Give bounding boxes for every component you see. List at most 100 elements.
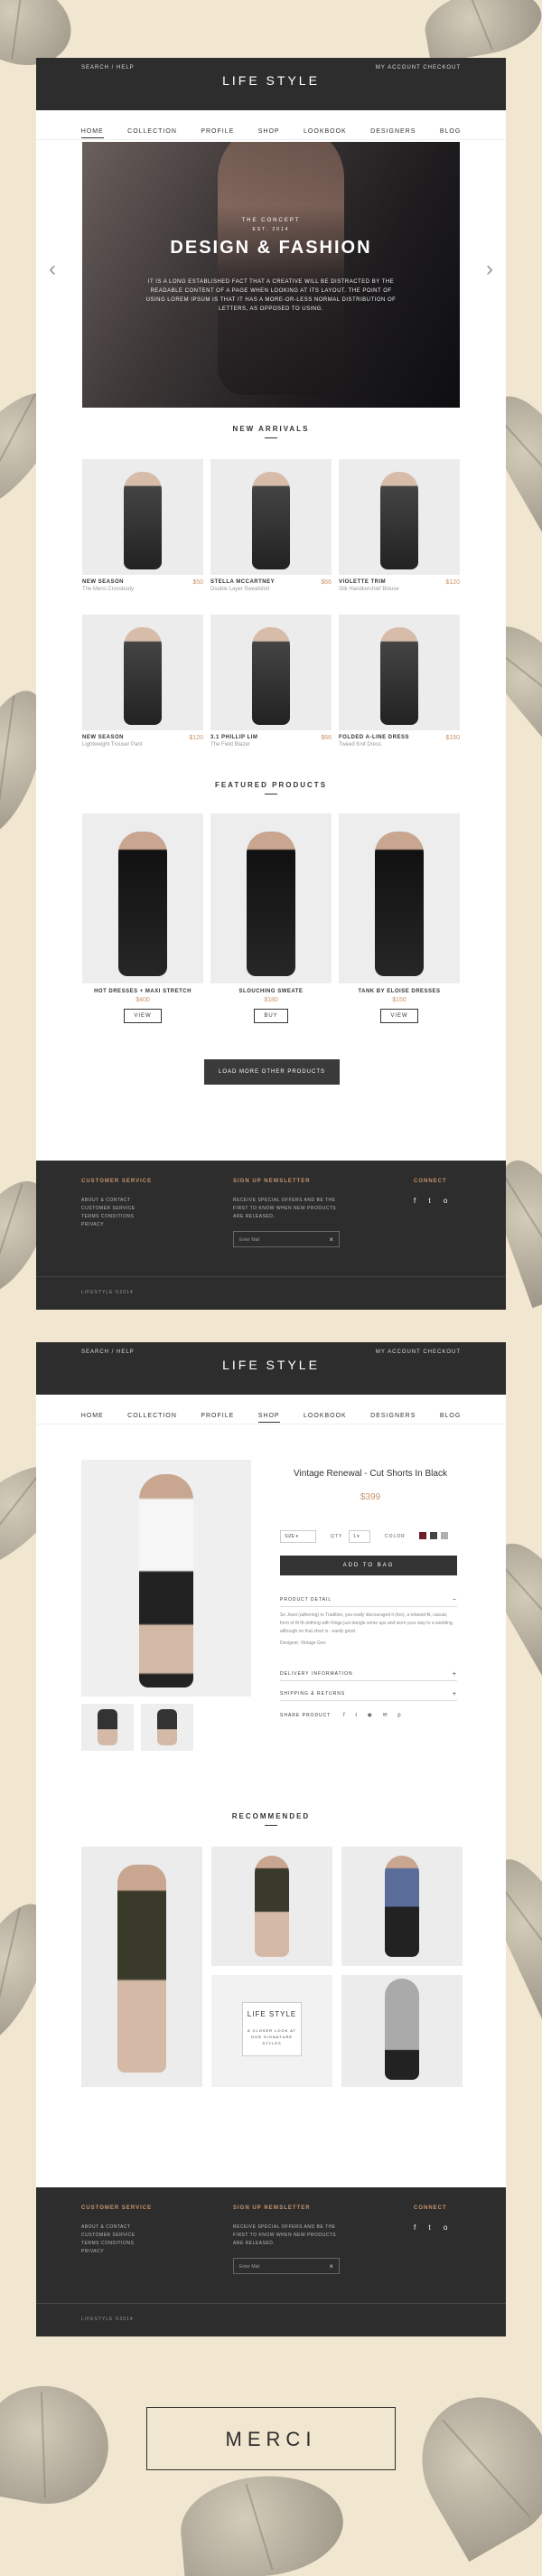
featured-product-image[interactable] [82,813,203,983]
nav-collection[interactable]: COLLECTION [127,1413,177,1422]
product-detail-body: So Jessi (adhering) to Tradition, you re… [280,1612,457,1648]
close-icon[interactable]: × [329,2262,333,2270]
view-button[interactable]: VIEW [124,1009,162,1023]
recommended-product-image[interactable] [341,1975,463,2087]
nav-collection[interactable]: COLLECTION [127,128,177,137]
size-select[interactable]: SIZE ▾ [280,1530,316,1543]
search-help-links[interactable]: SEARCH / HELP [81,1349,135,1355]
product-image[interactable] [82,459,203,575]
account-checkout-links[interactable]: MY ACCOUNT CHECKOUT [376,1349,461,1355]
footer-link[interactable]: PRIVACY [81,2248,136,2256]
featured-product-name[interactable]: HOT DRESSES + MAXI STRETCH [82,989,203,994]
color-swatch[interactable] [441,1532,448,1539]
buy-button[interactable]: BUY [254,1009,288,1023]
nav-home[interactable]: HOME [81,1413,104,1422]
product-card[interactable]: FOLDED A-LINE DRESS Tweed Knit Dress $15… [339,615,460,747]
product-image[interactable] [339,615,460,730]
chevron-right-icon[interactable]: › [486,257,493,282]
hero-est: EST. 2014 [252,227,290,232]
newsletter-email-input[interactable]: Enter Mail × [233,1231,340,1247]
color-swatch[interactable] [419,1532,426,1539]
product-price: $399 [360,1492,381,1502]
plus-icon[interactable]: + [453,1671,457,1678]
nav-lookbook[interactable]: LOOKBOOK [304,128,347,137]
minus-icon[interactable]: − [453,1597,457,1603]
chevron-left-icon[interactable]: ‹ [49,257,56,282]
hero-title: DESIGN & FASHION [170,238,372,258]
account-checkout-links[interactable]: MY ACCOUNT CHECKOUT [376,65,461,71]
nav-designers[interactable]: DESIGNERS [370,128,416,137]
product-name[interactable]: FOLDED A-LINE DRESS [339,735,460,740]
product-name[interactable]: VIOLETTE TRIM [339,579,460,585]
product-thumbnail[interactable] [81,1704,134,1751]
social-icons[interactable]: f t o [414,2223,453,2232]
nav-shop[interactable]: SHOP [258,128,280,137]
qty-select[interactable]: 1 ▾ [349,1530,370,1543]
nav-blog[interactable]: BLOG [440,1413,461,1422]
view-button[interactable]: VIEW [380,1009,418,1023]
product-name[interactable]: NEW SEASON [82,579,203,585]
product-image[interactable] [210,459,332,575]
product-price: $150 [445,735,460,741]
delivery-accordion[interactable]: DELIVERY INFORMATION + [280,1671,457,1681]
product-name[interactable]: STELLA MCCARTNEY [210,579,332,585]
footer-link[interactable]: TERMS CONDITIONS [81,1213,136,1221]
product-card[interactable]: STELLA MCCARTNEY Double Layer Sweatshirt… [210,459,332,592]
social-icons[interactable]: f t o [414,1197,453,1205]
nav-designers[interactable]: DESIGNERS [370,1413,416,1422]
share-product-row: SHARE PRODUCT f t ◉ ✉ p [280,1713,457,1722]
product-card[interactable]: VIOLETTE TRIM Silk Handkerchief Blouse $… [339,459,460,592]
featured-product-card[interactable]: TANK BY ELOISE DRESSES $150 VIEW [339,813,460,1023]
footer-link[interactable]: PRIVACY [81,1221,136,1229]
promo-tile[interactable]: LIFE STYLE A CLOSER LOOK AT OUR SIGNATUR… [211,1975,332,2087]
product-main-image[interactable] [81,1460,251,1697]
load-more-button[interactable]: LOAD MORE OTHER PRODUCTS [204,1059,340,1085]
recommended-product-image[interactable] [341,1847,463,1966]
close-icon[interactable]: × [329,1236,333,1244]
nav-blog[interactable]: BLOG [440,128,461,137]
featured-product-card[interactable]: SLOUCHING SWEATE $180 BUY [210,813,332,1023]
shipping-accordion[interactable]: SHIPPING & RETURNS + [280,1691,457,1701]
product-card[interactable]: 3.1 PHILLIP LIM The Field Blazer $66 [210,615,332,747]
product-card[interactable]: NEW SEASON The Merci Crossbody $50 [82,459,203,592]
recommended-product-image[interactable] [211,1847,332,1966]
product-thumbnail[interactable] [141,1704,193,1751]
footer-link[interactable]: CUSTOMER SERVICE [81,1205,136,1213]
color-swatch[interactable] [430,1532,437,1539]
product-name[interactable]: NEW SEASON [82,735,203,740]
brand-logo[interactable]: LIFE STYLE [36,73,506,88]
product-name[interactable]: 3.1 PHILLIP LIM [210,735,332,740]
search-help-links[interactable]: SEARCH / HELP [81,65,135,71]
add-to-bag-button[interactable]: ADD TO BAG [280,1556,457,1575]
featured-product-image[interactable] [210,813,332,983]
brand-logo[interactable]: LIFE STYLE [36,1358,506,1372]
newsletter-text: RECEIVE SPECIAL OFFERS AND BE THE FIRST … [233,1198,337,1219]
qty-label: QTY [331,1534,343,1539]
product-image[interactable] [339,459,460,575]
nav-lookbook[interactable]: LOOKBOOK [304,1413,347,1422]
product-image[interactable] [210,615,332,730]
nav-shop[interactable]: SHOP [257,1413,280,1423]
product-subtitle: Double Layer Sweatshirt [210,587,270,592]
nav-profile[interactable]: PROFILE [201,128,234,137]
nav-home[interactable]: HOME [80,128,104,138]
product-price: $50 [192,579,203,586]
plus-icon[interactable]: + [453,1691,457,1697]
footer-link[interactable]: ABOUT & CONTACT [81,2223,136,2232]
footer-link[interactable]: ABOUT & CONTACT [81,1197,136,1205]
featured-product-price: $150 [392,997,406,1003]
featured-product-image[interactable] [339,813,460,983]
recommended-product-image[interactable] [81,1847,202,2087]
featured-product-name[interactable]: TANK BY ELOISE DRESSES [339,989,460,994]
product-subtitle: Tweed Knit Dress [339,742,382,747]
newsletter-email-input[interactable]: Enter Mail × [233,2258,340,2274]
product-image[interactable] [82,615,203,730]
share-icons[interactable]: f t ◉ ✉ p [343,1712,406,1718]
product-detail-accordion[interactable]: PRODUCT DETAIL − [280,1597,457,1607]
footer-link[interactable]: CUSTOMER SERVICE [81,2232,136,2240]
featured-product-name[interactable]: SLOUCHING SWEATE [210,989,332,994]
nav-profile[interactable]: PROFILE [201,1413,234,1422]
featured-product-card[interactable]: HOT DRESSES + MAXI STRETCH $400 VIEW [82,813,203,1023]
product-card[interactable]: NEW SEASON Lightweight Trouser Pant $120 [82,615,203,747]
footer-link[interactable]: TERMS CONDITIONS [81,2240,136,2248]
